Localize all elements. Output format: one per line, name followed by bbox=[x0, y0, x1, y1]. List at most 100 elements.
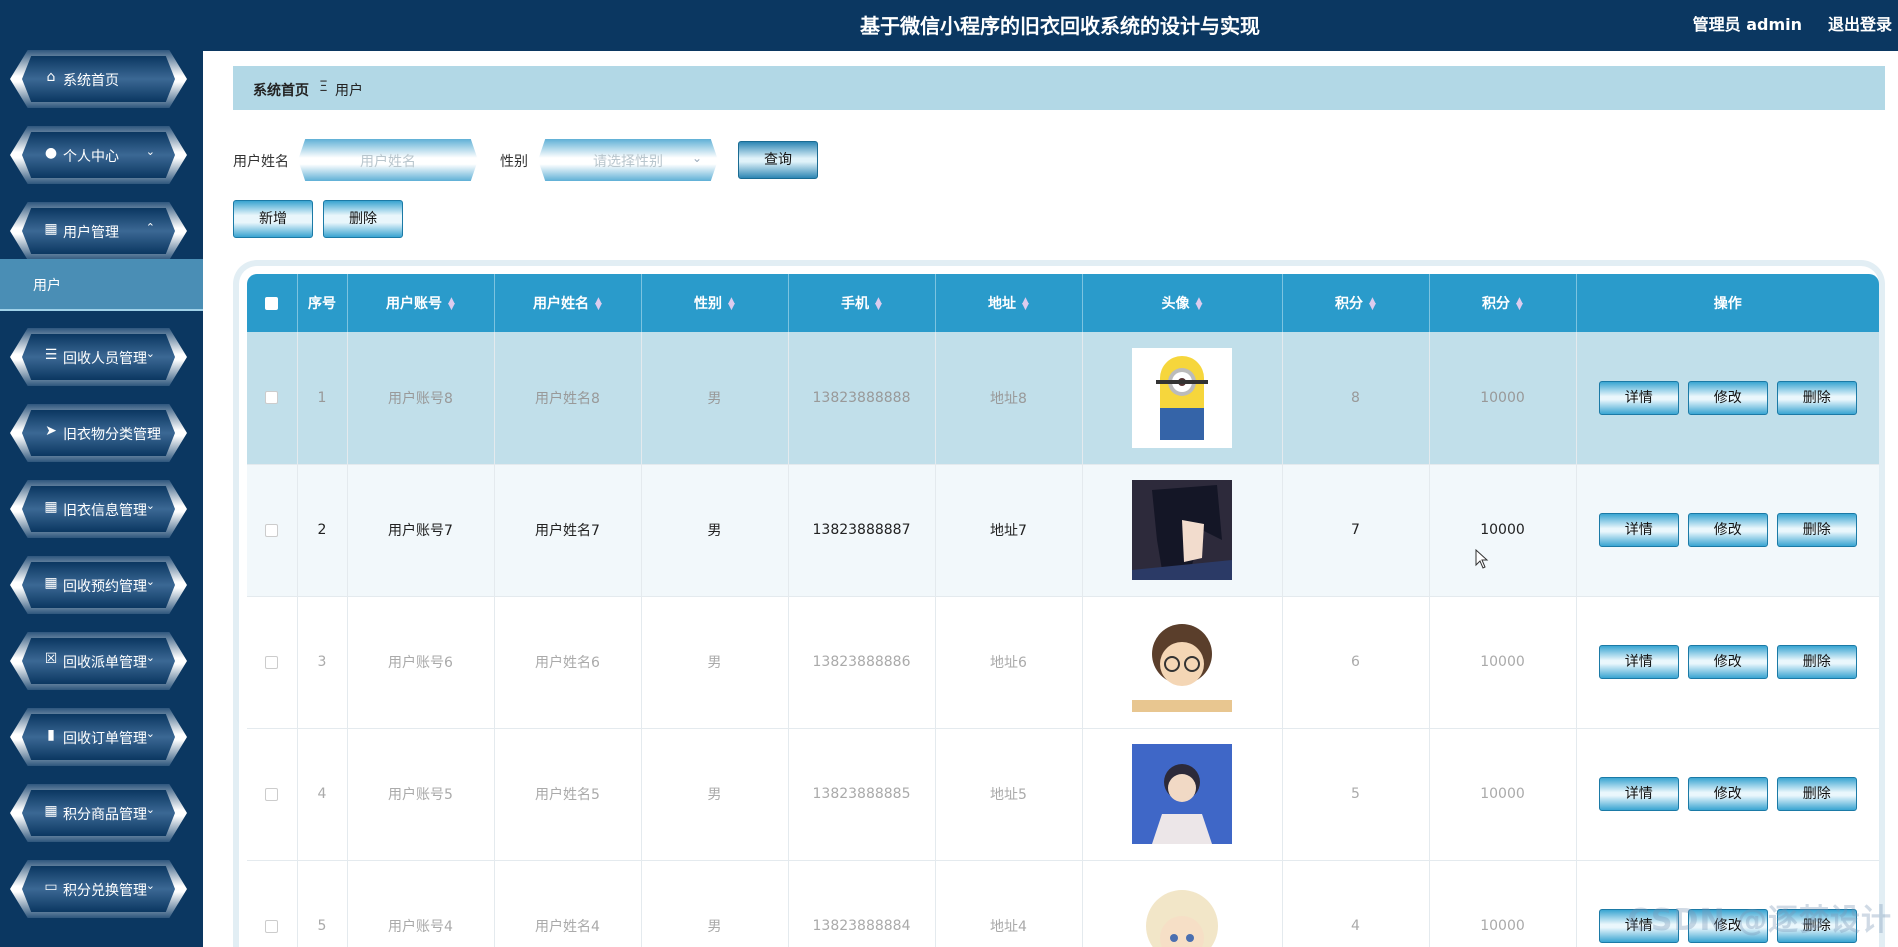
detail-button[interactable]: 详情 bbox=[1598, 645, 1679, 679]
user-icon: ● bbox=[44, 145, 58, 161]
cell-account: 用户账号5 bbox=[347, 728, 495, 861]
sort-icon[interactable]: ▲ ▼ bbox=[728, 297, 735, 312]
detail-button[interactable]: 详情 bbox=[1598, 777, 1679, 811]
cell-score-text: 10000 bbox=[1480, 522, 1525, 538]
name-filter-input[interactable]: 用户姓名 bbox=[298, 139, 478, 181]
edit-button[interactable]: 修改 bbox=[1687, 513, 1768, 547]
clipboard-icon: ☒ bbox=[44, 651, 58, 667]
table-row[interactable]: 1 用户账号8 用户姓名8 男 13823888888 地址8 8 10000 详情 修改 删除 bbox=[247, 332, 1879, 465]
column-header[interactable]: 用户姓名 ▲ ▼ bbox=[494, 274, 642, 332]
column-header[interactable]: 用户账号 ▲ ▼ bbox=[347, 274, 495, 332]
cell-account: 用户账号7 bbox=[347, 464, 495, 597]
chevron-down-icon: ⌄ bbox=[145, 347, 155, 360]
chevron-down-icon: ⌄ bbox=[145, 879, 155, 892]
cell-address-text: 地址8 bbox=[990, 390, 1027, 407]
row-checkbox[interactable] bbox=[265, 919, 279, 933]
column-header[interactable]: 头像 ▲ ▼ bbox=[1082, 274, 1283, 332]
sort-icon[interactable]: ▲ ▼ bbox=[448, 297, 455, 312]
table-row[interactable]: 2 用户账号7 用户姓名7 男 13823888887 地址7 7 10000 详情 修改 删除 bbox=[247, 464, 1879, 597]
cell-score-text: 10000 bbox=[1480, 389, 1525, 406]
cell-index-text: 5 bbox=[317, 918, 327, 934]
sidebar-item-3[interactable]: ☰ 回收人员管理 ⌄ bbox=[10, 328, 187, 386]
sidebar-item-7[interactable]: ☒ 回收派单管理 ⌄ bbox=[10, 632, 187, 690]
sidebar-item-6[interactable]: ▦ 回收预约管理 ⌄ bbox=[10, 556, 187, 614]
row-select-cell[interactable] bbox=[247, 728, 298, 861]
detail-button[interactable]: 详情 bbox=[1598, 380, 1679, 415]
row-checkbox[interactable] bbox=[265, 787, 279, 801]
sidebar-subitem-label: 用户 bbox=[33, 278, 61, 294]
query-button[interactable]: 查询 bbox=[738, 141, 818, 179]
grid-icon: ▦ bbox=[44, 499, 58, 515]
sidebar-item-8[interactable]: ▮ 回收订单管理 ⌄ bbox=[10, 708, 187, 766]
cell-index: 2 bbox=[297, 464, 348, 597]
avatar bbox=[1132, 480, 1232, 580]
column-header[interactable]: 手机 ▲ ▼ bbox=[788, 274, 936, 332]
user-label: 管理员 admin bbox=[1692, 15, 1802, 34]
cell-address: 地址5 bbox=[935, 728, 1083, 861]
cell-gender-text: 男 bbox=[707, 655, 722, 671]
sidebar-subitem-user[interactable]: 用户 bbox=[0, 259, 203, 311]
sidebar-item-5[interactable]: ▦ 旧衣信息管理 ⌄ bbox=[10, 480, 187, 538]
logout-link[interactable]: 退出登录 bbox=[1828, 11, 1892, 35]
cell-points: 6 bbox=[1282, 596, 1430, 729]
cell-name-text: 用户姓名4 bbox=[535, 919, 600, 935]
row-delete-button[interactable]: 删除 bbox=[1776, 513, 1857, 547]
column-header[interactable]: 性别 ▲ ▼ bbox=[641, 274, 789, 332]
add-button[interactable]: 新增 bbox=[233, 200, 313, 238]
table-row[interactable]: 3 用户账号6 用户姓名6 男 13823888886 地址6 6 10000 详情 修改 删除 bbox=[247, 596, 1879, 729]
edit-button[interactable]: 修改 bbox=[1687, 645, 1768, 679]
table-row[interactable]: 4 用户账号5 用户姓名5 男 13823888885 地址5 5 10000 详情 修改 删除 bbox=[247, 728, 1879, 861]
sidebar-item-9[interactable]: ▦ 积分商品管理 ⌄ bbox=[10, 784, 187, 842]
cell-gender-text: 男 bbox=[707, 523, 722, 539]
sidebar-item-4[interactable]: ➤ 旧衣物分类管理 ⌄ bbox=[10, 404, 187, 462]
cell-account-text: 用户账号4 bbox=[388, 919, 453, 935]
cell-avatar bbox=[1082, 332, 1283, 465]
edit-button[interactable]: 修改 bbox=[1687, 777, 1768, 811]
cell-account: 用户账号8 bbox=[347, 332, 495, 465]
edit-button[interactable]: 修改 bbox=[1687, 380, 1768, 415]
sort-icon[interactable]: ▲ ▼ bbox=[1196, 297, 1203, 312]
row-delete-button[interactable]: 删除 bbox=[1776, 777, 1857, 811]
column-header[interactable]: 积分 ▲ ▼ bbox=[1282, 274, 1430, 332]
row-checkbox[interactable] bbox=[265, 655, 279, 669]
column-header-label: 性别 bbox=[694, 296, 723, 312]
sidebar-item-2[interactable]: ▦ 用户管理 ⌃ bbox=[10, 202, 187, 260]
cell-name: 用户姓名6 bbox=[494, 596, 642, 729]
sort-icon[interactable]: ▲ ▼ bbox=[875, 297, 882, 312]
row-select-cell[interactable] bbox=[247, 860, 298, 947]
cell-index: 4 bbox=[297, 728, 348, 861]
cell-score-text: 10000 bbox=[1480, 654, 1525, 670]
gender-filter-select[interactable]: 请选择性别 ⌄ bbox=[538, 139, 718, 181]
column-header-label: 地址 bbox=[988, 296, 1017, 312]
cell-account-text: 用户账号5 bbox=[388, 787, 453, 803]
delete-button[interactable]: 删除 bbox=[323, 200, 403, 238]
sort-icon[interactable]: ▲ ▼ bbox=[1369, 297, 1376, 312]
select-all-checkbox[interactable] bbox=[265, 296, 279, 310]
cell-index-text: 4 bbox=[317, 786, 327, 802]
sidebar-item-1[interactable]: ● 个人中心 ⌄ bbox=[10, 126, 187, 184]
select-all-cell[interactable] bbox=[247, 274, 298, 332]
row-delete-button[interactable]: 删除 bbox=[1776, 380, 1857, 415]
sort-icon[interactable]: ▲ ▼ bbox=[595, 297, 602, 312]
cell-actions: 详情 修改 删除 bbox=[1576, 728, 1879, 861]
row-checkbox[interactable] bbox=[265, 523, 279, 537]
row-checkbox[interactable] bbox=[265, 391, 279, 405]
column-header[interactable]: 积分 ▲ ▼ bbox=[1429, 274, 1577, 332]
cell-points-text: 8 bbox=[1351, 389, 1360, 406]
chevron-down-icon: ⌄ bbox=[145, 803, 155, 816]
breadcrumb-home[interactable]: 系统首页 bbox=[253, 80, 309, 100]
cell-account: 用户账号6 bbox=[347, 596, 495, 729]
sort-icon[interactable]: ▲ ▼ bbox=[1516, 297, 1523, 312]
sidebar-item-0[interactable]: ⌂ 系统首页 bbox=[10, 50, 187, 108]
sort-icon[interactable]: ▲ ▼ bbox=[1022, 297, 1029, 312]
row-select-cell[interactable] bbox=[247, 332, 298, 465]
column-header[interactable]: 地址 ▲ ▼ bbox=[935, 274, 1083, 332]
sidebar-item-10[interactable]: ▭ 积分兑换管理 ⌄ bbox=[10, 860, 187, 918]
row-delete-button[interactable]: 删除 bbox=[1776, 645, 1857, 679]
cell-name: 用户姓名7 bbox=[494, 464, 642, 597]
row-select-cell[interactable] bbox=[247, 596, 298, 729]
page-title: 基于微信小程序的旧衣回收系统的设计与实现 bbox=[860, 14, 1260, 38]
row-select-cell[interactable] bbox=[247, 464, 298, 597]
detail-button[interactable]: 详情 bbox=[1598, 513, 1679, 547]
cell-address: 地址8 bbox=[935, 332, 1083, 465]
